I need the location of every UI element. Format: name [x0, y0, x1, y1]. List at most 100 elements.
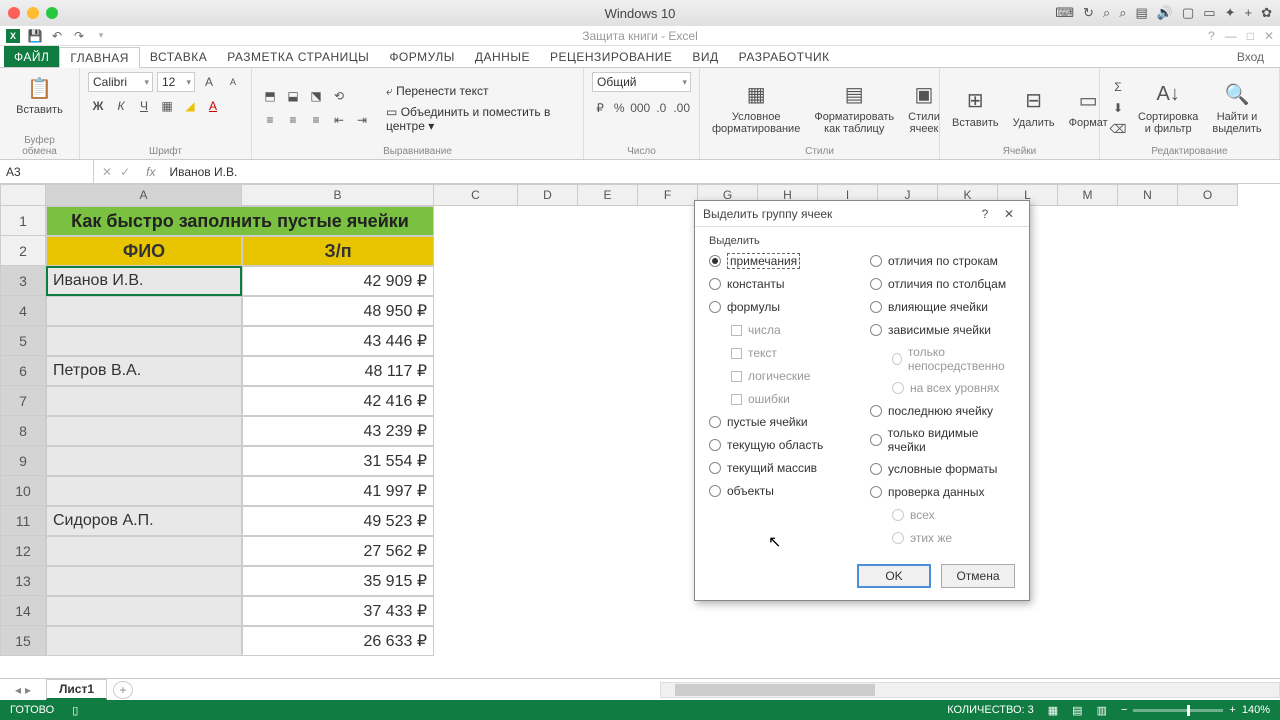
row-head-6[interactable]: 6 [0, 356, 46, 386]
select-all-corner[interactable] [0, 184, 46, 206]
format-table-button[interactable]: ▤Форматировать как таблицу [810, 79, 898, 137]
next-sheet-icon[interactable]: ▸ [25, 683, 31, 697]
formula-input[interactable]: Иванов И.В. [163, 165, 243, 179]
align-center-icon[interactable]: ≡ [283, 110, 303, 130]
radio-icon[interactable] [870, 463, 882, 475]
cell-A12[interactable] [46, 536, 242, 566]
align-middle-icon[interactable]: ⬓ [283, 86, 303, 106]
radio-icon[interactable] [709, 485, 721, 497]
cell-A11[interactable]: Сидоров А.П. [46, 506, 242, 536]
name-box[interactable]: A3 [0, 160, 94, 183]
percent-icon[interactable]: % [611, 98, 627, 118]
radio-icon[interactable] [709, 255, 721, 267]
cell-A8[interactable] [46, 416, 242, 446]
scrollbar-thumb[interactable] [675, 684, 875, 696]
col-head-B[interactable]: B [242, 184, 434, 206]
option-пустые-ячейки[interactable]: пустые ячейки [709, 414, 854, 430]
tab-data[interactable]: ДАННЫЕ [465, 46, 540, 67]
cell-B13[interactable]: 35 915 ₽ [242, 566, 434, 596]
header-fio[interactable]: ФИО [46, 236, 242, 266]
find-select-button[interactable]: 🔍Найти и выделить [1208, 79, 1265, 137]
view-normal-icon[interactable]: ▦ [1048, 704, 1058, 717]
number-format-combo[interactable]: Общий [592, 72, 691, 92]
col-head-E[interactable]: E [578, 184, 638, 206]
radio-icon[interactable] [870, 278, 882, 290]
col-head-F[interactable]: F [638, 184, 698, 206]
col-head-A[interactable]: A [46, 184, 242, 206]
row-head-9[interactable]: 9 [0, 446, 46, 476]
merge-center-button[interactable]: ▭ Объединить и поместить в центре ▾ [386, 105, 575, 133]
col-head-M[interactable]: M [1058, 184, 1118, 206]
cell-B12[interactable]: 27 562 ₽ [242, 536, 434, 566]
view-break-icon[interactable]: ▥ [1097, 704, 1107, 717]
paste-button[interactable]: 📋 Вставить [12, 72, 67, 118]
login-link[interactable]: Вход [1225, 46, 1276, 67]
cell-B10[interactable]: 41 997 ₽ [242, 476, 434, 506]
cell-B15[interactable]: 26 633 ₽ [242, 626, 434, 656]
cell-B11[interactable]: 49 523 ₽ [242, 506, 434, 536]
tab-home[interactable]: ГЛАВНАЯ [59, 47, 140, 68]
view-layout-icon[interactable]: ▤ [1072, 704, 1082, 717]
align-top-icon[interactable]: ⬒ [260, 86, 280, 106]
option-условные-форматы[interactable]: условные форматы [870, 461, 1015, 477]
zoom-out-icon[interactable]: − [1121, 704, 1127, 716]
zoom-slider[interactable] [1133, 709, 1223, 712]
cell-B6[interactable]: 48 117 ₽ [242, 356, 434, 386]
col-head-N[interactable]: N [1118, 184, 1178, 206]
option-зависимые-ячейки[interactable]: зависимые ячейки [870, 322, 1015, 338]
currency-icon[interactable]: ₽ [592, 98, 608, 118]
row-head-4[interactable]: 4 [0, 296, 46, 326]
row-head-12[interactable]: 12 [0, 536, 46, 566]
cell-A6[interactable]: Петров В.А. [46, 356, 242, 386]
tab-developer[interactable]: РАЗРАБОТЧИК [729, 46, 840, 67]
delete-cells-button[interactable]: ⊟Удалить [1009, 85, 1059, 131]
cell-A5[interactable] [46, 326, 242, 356]
font-size-combo[interactable]: 12 [157, 72, 195, 92]
row-head-7[interactable]: 7 [0, 386, 46, 416]
cell-styles-button[interactable]: ▣Стили ячеек [904, 79, 944, 137]
help-icon[interactable]: ? [973, 207, 997, 221]
option-текущий-массив[interactable]: текущий массив [709, 460, 854, 476]
cell-A4[interactable] [46, 296, 242, 326]
borders-button[interactable]: ▦ [157, 96, 177, 116]
row-head-11[interactable]: 11 [0, 506, 46, 536]
dialog-titlebar[interactable]: Выделить группу ячеек ? ✕ [695, 201, 1029, 227]
tab-file[interactable]: ФАЙЛ [4, 46, 59, 67]
cell-A13[interactable] [46, 566, 242, 596]
autosum-button[interactable]: Σ [1108, 77, 1128, 97]
prev-sheet-icon[interactable]: ◂ [15, 683, 21, 697]
col-head-O[interactable]: O [1178, 184, 1238, 206]
cell-A3[interactable]: Иванов И.В. [46, 266, 242, 296]
title-cell[interactable]: Как быстро заполнить пустые ячейки [46, 206, 434, 236]
thousands-icon[interactable]: 000 [630, 98, 650, 118]
sheet-tab[interactable]: Лист1 [46, 679, 107, 700]
close-icon[interactable]: ✕ [997, 207, 1021, 221]
radio-icon[interactable] [870, 255, 882, 267]
tab-review[interactable]: РЕЦЕНЗИРОВАНИЕ [540, 46, 682, 67]
indent-inc-icon[interactable]: ⇥ [352, 110, 372, 130]
option-отличия-по-столбцам[interactable]: отличия по столбцам [870, 276, 1015, 292]
add-sheet-button[interactable]: + [113, 681, 133, 699]
option-влияющие-ячейки[interactable]: влияющие ячейки [870, 299, 1015, 315]
row-head-2[interactable]: 2 [0, 236, 46, 266]
row-head-15[interactable]: 15 [0, 626, 46, 656]
radio-icon[interactable] [870, 434, 882, 446]
cell-B5[interactable]: 43 446 ₽ [242, 326, 434, 356]
option-константы[interactable]: константы [709, 276, 854, 292]
radio-icon[interactable] [709, 439, 721, 451]
fill-button[interactable]: ⬇ [1108, 98, 1128, 118]
cell-B3[interactable]: 42 909 ₽ [242, 266, 434, 296]
cell-A15[interactable] [46, 626, 242, 656]
cond-format-button[interactable]: ▦Условное форматирование [708, 79, 804, 137]
tab-view[interactable]: ВИД [682, 46, 728, 67]
help-icon[interactable]: ? [1208, 29, 1215, 43]
close-icon[interactable]: ✕ [1264, 29, 1274, 43]
row-head-5[interactable]: 5 [0, 326, 46, 356]
row-head-1[interactable]: 1 [0, 206, 46, 236]
fx-icon[interactable]: fx [138, 165, 163, 179]
option-только-видимые-ячейки[interactable]: только видимые ячейки [870, 426, 1015, 454]
cell-B14[interactable]: 37 433 ₽ [242, 596, 434, 626]
cell-B9[interactable]: 31 554 ₽ [242, 446, 434, 476]
tab-formulas[interactable]: ФОРМУЛЫ [379, 46, 465, 67]
zoom-in-icon[interactable]: + [1229, 704, 1235, 716]
